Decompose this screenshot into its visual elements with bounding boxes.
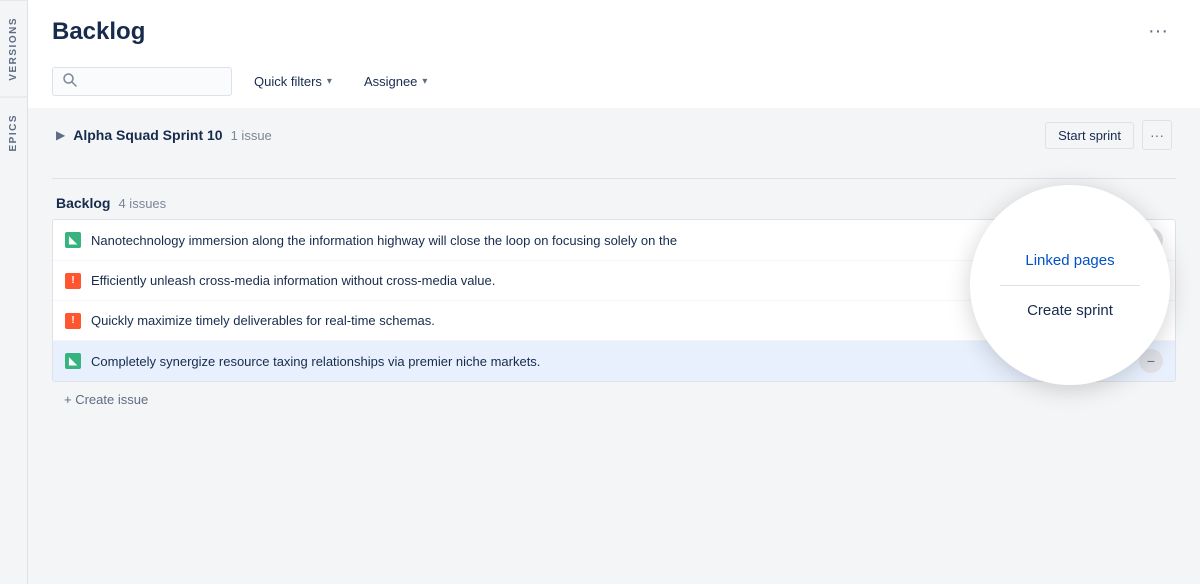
issue-type-bug-icon: !	[65, 313, 81, 329]
search-box[interactable]	[52, 67, 232, 96]
issue-text[interactable]: Completely synergize resource taxing rel…	[91, 354, 1057, 369]
create-sprint-menu-item[interactable]: Create sprint	[1027, 302, 1113, 319]
assignee-label: Assignee	[364, 74, 417, 89]
issue-type-bug-icon: !	[65, 273, 81, 289]
sprint-section: ▶ Alpha Squad Sprint 10 1 issue Start sp…	[52, 108, 1176, 166]
sprint-more-button[interactable]: ···	[1142, 120, 1172, 150]
toolbar: Quick filters ▾ Assignee ▾	[28, 59, 1200, 108]
issue-text[interactable]: Nanotechnology immersion along the infor…	[91, 233, 1046, 248]
section-divider	[52, 178, 1176, 179]
assignee-chevron-icon: ▾	[422, 76, 427, 87]
issue-text[interactable]: Efficiently unleash cross-media informat…	[91, 273, 1080, 288]
menu-separator	[1000, 285, 1140, 286]
sidebar-item-versions[interactable]: VERSIONS	[0, 0, 27, 97]
side-tabs: VERSIONS EPICS	[0, 0, 28, 584]
sprint-expand-icon[interactable]: ▶	[56, 128, 65, 142]
sidebar-item-epics[interactable]: EPICS	[0, 97, 27, 168]
sprint-header: ▶ Alpha Squad Sprint 10 1 issue Start sp…	[52, 120, 1176, 150]
search-icon	[63, 73, 77, 90]
header-more-button[interactable]: ···	[1140, 16, 1176, 47]
context-menu-inner: Linked pages Create sprint	[1000, 252, 1140, 319]
issue-type-story-icon: ◣	[65, 353, 81, 369]
issue-type-story-icon: ◣	[65, 232, 81, 248]
start-sprint-button[interactable]: Start sprint	[1045, 122, 1134, 149]
quick-filters-label: Quick filters	[254, 74, 322, 89]
page-header: Backlog ···	[28, 0, 1200, 59]
assignee-button[interactable]: Assignee ▾	[354, 68, 438, 95]
quick-filters-chevron-icon: ▾	[327, 76, 332, 87]
quick-filters-button[interactable]: Quick filters ▾	[244, 68, 342, 95]
linked-pages-menu-item[interactable]: Linked pages	[1025, 252, 1114, 269]
sprint-name: Alpha Squad Sprint 10	[73, 127, 222, 143]
backlog-title: Backlog	[56, 195, 110, 211]
search-input[interactable]	[83, 74, 223, 89]
issue-text[interactable]: Quickly maximize timely deliverables for…	[91, 313, 1080, 328]
backlog-issue-count: 4 issues	[118, 196, 166, 211]
sprint-header-left: ▶ Alpha Squad Sprint 10 1 issue	[56, 127, 272, 143]
context-menu: Linked pages Create sprint	[970, 185, 1170, 385]
sprint-issue-count: 1 issue	[231, 128, 272, 143]
page-title: Backlog	[52, 18, 145, 46]
create-issue-button[interactable]: + Create issue	[52, 382, 1176, 417]
sprint-header-right: Start sprint ···	[1045, 120, 1172, 150]
